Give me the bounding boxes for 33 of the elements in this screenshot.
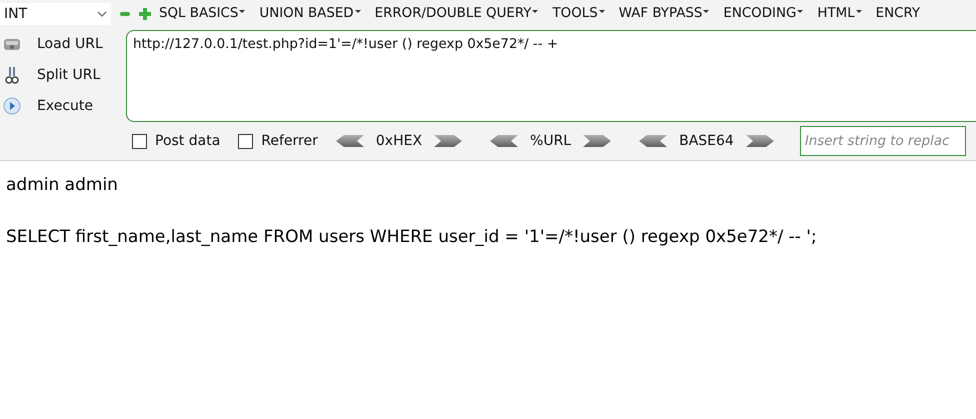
menu-item[interactable]: ERROR/DOUBLE QUERY — [374, 6, 538, 21]
action-button[interactable]: Split URL — [37, 66, 100, 82]
chevron-icon[interactable] — [97, 10, 107, 16]
menu-item[interactable]: ENCODING — [723, 6, 804, 21]
plus-icon[interactable] — [139, 8, 151, 20]
menu-item[interactable]: HTML — [817, 6, 862, 21]
right-arrow-icon[interactable] — [746, 135, 774, 147]
right-arrow-icon[interactable] — [583, 135, 612, 147]
checkbox[interactable] — [132, 134, 147, 148]
menu-item[interactable]: WAF BYPASS — [618, 6, 710, 21]
checkbox-label[interactable]: Referrer — [261, 133, 318, 149]
menu-item[interactable]: ENCRY — [876, 6, 920, 21]
left-arrow-icon[interactable] — [639, 135, 668, 147]
menu-item[interactable]: SQL BASICS — [159, 6, 246, 21]
output-line: SELECT first_name,last_name FROM users WHERE user_id = '1'=/*!user () regexp 0x5e72*/ -- '; — [6, 227, 818, 247]
encoder-label: %URL — [530, 133, 572, 149]
scissors-icon[interactable] — [3, 66, 21, 84]
left-arrow-icon[interactable] — [490, 135, 518, 147]
action-button[interactable]: Load URL — [37, 36, 103, 52]
play-icon[interactable] — [3, 96, 21, 114]
output-line: admin admin — [6, 175, 119, 195]
checkbox-label[interactable]: Post data — [155, 133, 220, 149]
action-button[interactable]: Execute — [37, 98, 93, 114]
encoder-label: 0xHEX — [376, 133, 422, 149]
type-dropdown[interactable]: INT — [0, 2, 111, 24]
right-arrow-icon[interactable] — [434, 135, 462, 147]
checkbox[interactable] — [238, 134, 254, 148]
replace-field[interactable]: Insert string to replac — [800, 126, 966, 156]
url-field[interactable]: http://127.0.0.1/test.php?id=1'=/*!user () regexp 0x5e72*/ -- + — [126, 30, 976, 122]
menu-item[interactable]: UNION BASED — [259, 6, 361, 21]
menu-item[interactable]: TOOLS — [552, 6, 605, 21]
encoder-label: BASE64 — [679, 133, 734, 149]
left-arrow-icon[interactable] — [336, 135, 364, 147]
